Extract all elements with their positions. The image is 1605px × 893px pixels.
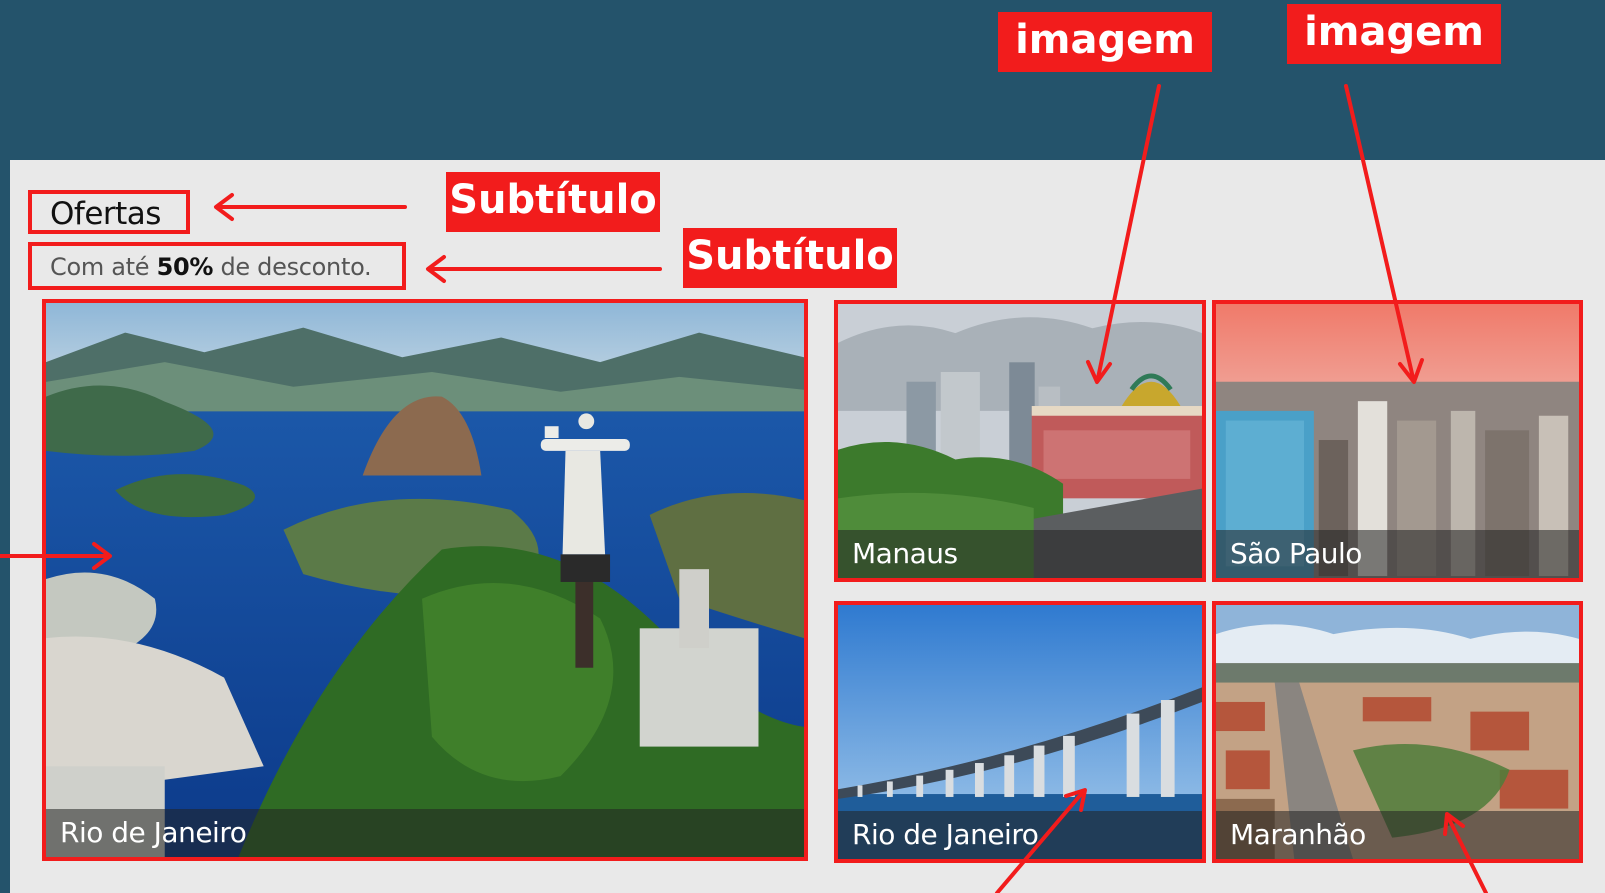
- arrow-to-title: [214, 193, 407, 221]
- arrow-to-maranhao-image: [1443, 812, 1488, 893]
- arrow-to-bridge-image: [995, 788, 1087, 893]
- annotation-arrows: [0, 84, 1488, 893]
- arrow-to-subtitle: [426, 255, 662, 283]
- arrow-to-large-image: [0, 542, 112, 570]
- arrow-to-manaus-image: [1086, 84, 1161, 384]
- arrow-to-sao-paulo-image: [1344, 84, 1424, 384]
